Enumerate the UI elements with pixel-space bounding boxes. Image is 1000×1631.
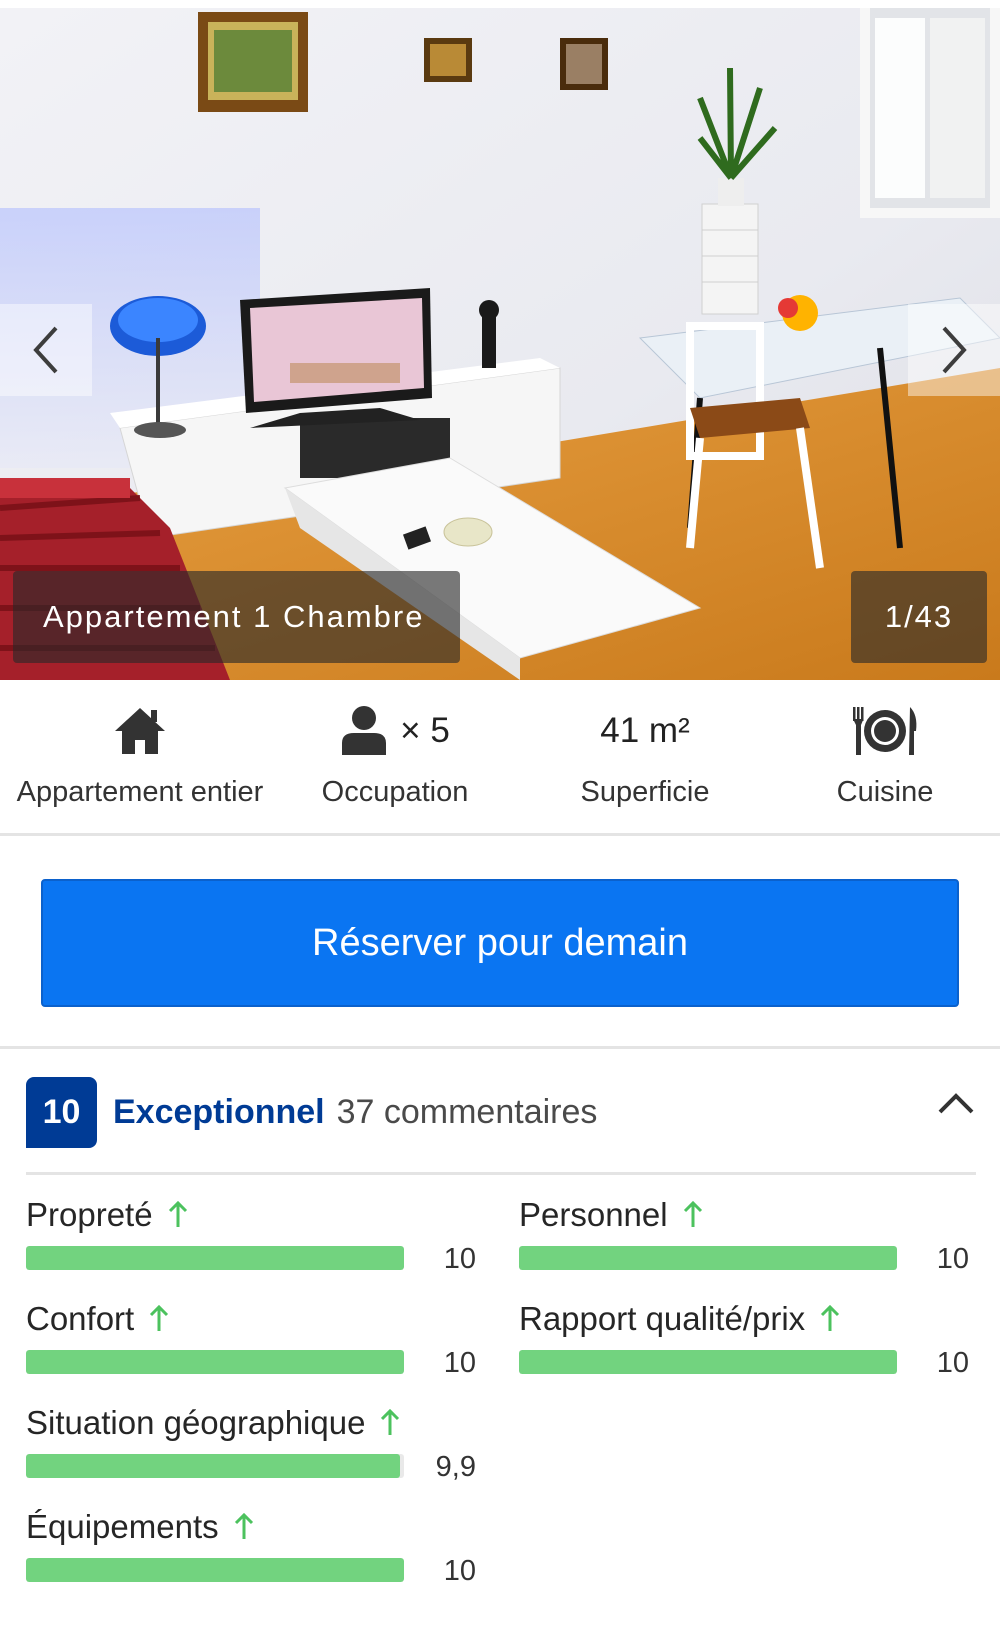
score-label: Équipements xyxy=(26,1508,219,1545)
person-icon xyxy=(342,706,387,755)
chevron-up-icon[interactable] xyxy=(936,1084,976,1124)
score-label: Propreté xyxy=(26,1196,153,1233)
facility-kitchen: Cuisine xyxy=(790,680,980,836)
photo-counter: 1/43 xyxy=(851,571,987,663)
score-label: Confort xyxy=(26,1300,135,1337)
review-count: 37 commentaires xyxy=(336,1092,598,1131)
score-label: Personnel xyxy=(519,1196,668,1233)
score-bar-fill xyxy=(26,1558,404,1582)
score-staff: Personnel 10 xyxy=(519,1196,969,1296)
review-summary[interactable]: 10 Exceptionnel 37 commentaires xyxy=(26,1076,976,1148)
photo-gallery[interactable]: Appartement 1 Chambre 1/43 xyxy=(0,8,1000,680)
score-value: 10 xyxy=(443,1555,476,1587)
score-bar xyxy=(519,1350,897,1374)
arrow-up-icon xyxy=(234,1513,253,1539)
score-value: 10 xyxy=(936,1243,969,1275)
arrow-up-icon xyxy=(150,1305,169,1331)
facility-label: Superficie xyxy=(580,776,710,808)
score-value: 10 xyxy=(443,1347,476,1379)
photo-caption: Appartement 1 Chambre xyxy=(13,571,460,663)
occupancy-value: × 5 xyxy=(400,711,450,750)
reserve-button[interactable]: Réserver pour demain xyxy=(41,879,959,1007)
chevron-left-icon xyxy=(33,326,58,374)
score-value: 9,9 xyxy=(435,1451,476,1483)
score-bar xyxy=(519,1246,897,1270)
score-label: Rapport qualité/prix xyxy=(519,1300,806,1337)
score-value-for-money: Rapport qualité/prix 10 xyxy=(519,1300,969,1400)
score-bar xyxy=(26,1350,404,1374)
score-label: Situation géographique xyxy=(26,1404,366,1441)
facility-occupancy: × 5 Occupation xyxy=(290,680,500,836)
area-value: 41 m² xyxy=(600,711,690,750)
score-bar xyxy=(26,1558,404,1582)
score-bar xyxy=(26,1454,404,1478)
house-icon xyxy=(115,708,165,754)
score-facilities: Équipements 10 xyxy=(26,1508,476,1608)
score-cleanliness: Propreté 10 xyxy=(26,1196,476,1296)
review-score-badge: 10 xyxy=(26,1076,97,1148)
score-bar-fill xyxy=(519,1350,897,1374)
arrow-up-icon xyxy=(821,1305,840,1331)
score-value: 10 xyxy=(443,1243,476,1275)
facility-label: Appartement entier xyxy=(16,776,264,808)
divider xyxy=(26,1172,976,1175)
facility-entire-apartment: Appartement entier xyxy=(0,680,280,836)
score-bar-fill xyxy=(26,1350,404,1374)
facility-area: 41 m² Superficie xyxy=(540,680,750,836)
facility-label: Occupation xyxy=(321,776,469,808)
facility-label: Cuisine xyxy=(836,776,934,808)
score-value: 10 xyxy=(936,1347,969,1379)
section-divider xyxy=(0,1046,1000,1049)
score-bar-fill xyxy=(26,1246,404,1270)
chevron-right-icon xyxy=(942,326,967,374)
score-bar-fill xyxy=(519,1246,897,1270)
score-bar xyxy=(26,1246,404,1270)
score-comfort: Confort 10 xyxy=(26,1300,476,1400)
property-page: Appartement 1 Chambre 1/43 Appartement e… xyxy=(0,0,1000,1631)
facilities-row: Appartement entier × 5 Occupation 41 m² … xyxy=(0,680,1000,836)
score-location: Situation géographique 9,9 xyxy=(26,1404,476,1504)
arrow-up-icon xyxy=(381,1409,400,1435)
arrow-up-icon xyxy=(683,1201,702,1227)
gallery-next-button[interactable] xyxy=(908,304,1000,396)
score-bar-fill xyxy=(26,1454,401,1478)
review-score-word: Exceptionnel xyxy=(113,1092,325,1131)
plate-cutlery-icon xyxy=(853,707,917,755)
gallery-prev-button[interactable] xyxy=(0,304,92,396)
arrow-up-icon xyxy=(168,1201,187,1227)
